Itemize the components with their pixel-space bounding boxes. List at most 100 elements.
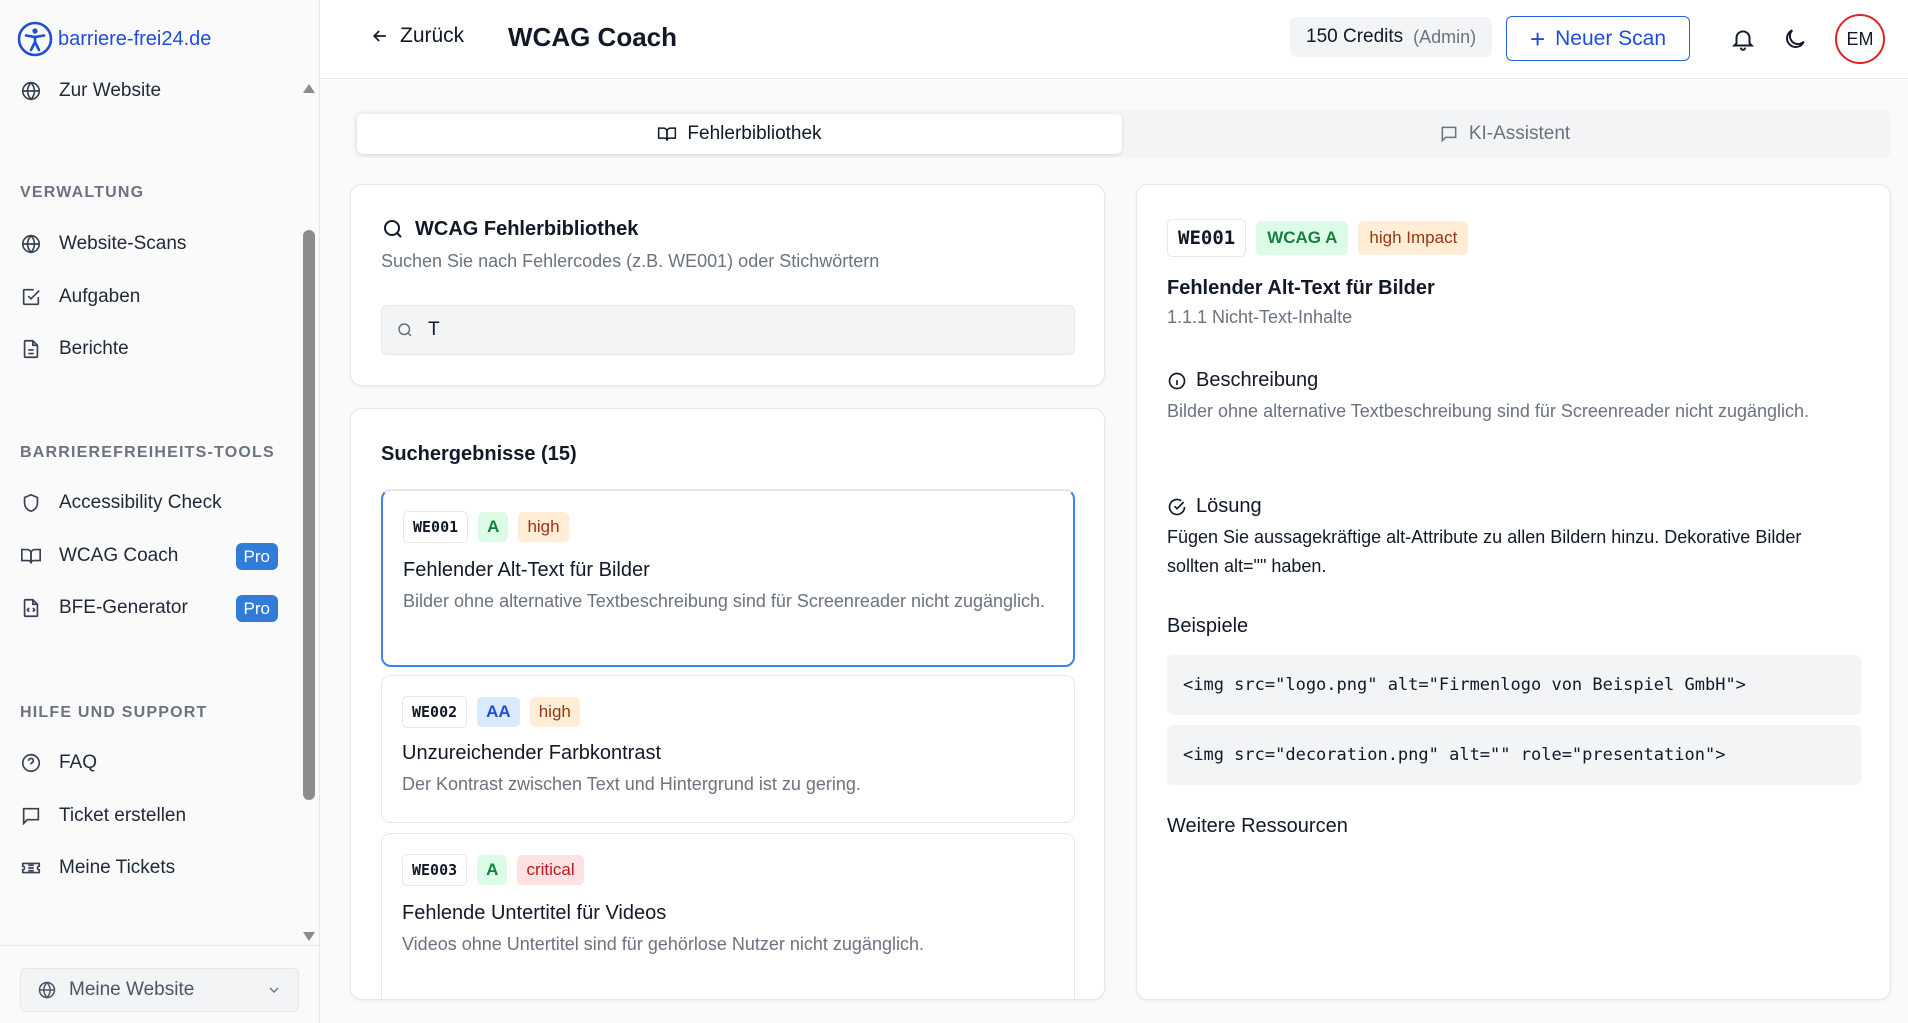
sidebar-item-label: Accessibility Check: [59, 492, 222, 513]
bell-icon[interactable]: [1730, 26, 1756, 52]
message-square-icon: [1441, 126, 1457, 143]
search-description: Suchen Sie nach Fehlercodes (z.B. WE001)…: [381, 251, 880, 271]
tab-ki-assistent[interactable]: KI-Assistent: [1122, 114, 1887, 154]
impact-badge: critical: [517, 855, 584, 885]
section-title-tools: BARRIEREFREIHEITS-TOOLS: [20, 444, 275, 461]
sidebar-item-ticket-erstellen[interactable]: Ticket erstellen: [20, 801, 278, 831]
search-card: WCAG Fehlerbibliothek Suchen Sie nach Fe…: [350, 184, 1105, 386]
sidebar-item-bfe-generator[interactable]: BFE-Generator Pro: [20, 593, 278, 623]
sidebar-item-label: FAQ: [59, 752, 98, 773]
sidebar-item-wcag-coach[interactable]: WCAG Coach Pro: [20, 541, 278, 571]
search-field[interactable]: [381, 305, 1075, 355]
wcag-level-badge: WCAG A: [1256, 221, 1349, 255]
file-icon: [23, 339, 39, 359]
ticket-icon: [21, 862, 41, 874]
chevron-down-icon: [269, 987, 279, 993]
search-input[interactable]: [428, 319, 1048, 341]
search-card-title-text: WCAG Fehlerbibliothek: [415, 217, 639, 240]
solution-heading: Lösung: [1167, 495, 1262, 518]
website-select[interactable]: Meine Website: [20, 968, 299, 1012]
search-card-title: WCAG Fehlerbibliothek: [381, 217, 638, 241]
sidebar-item-meine-tickets[interactable]: Meine Tickets: [20, 853, 278, 883]
page-title: WCAG Coach: [508, 22, 677, 52]
detail-title: Fehlender Alt-Text für Bilder: [1167, 277, 1435, 299]
wcag-level-badge: A: [477, 855, 508, 885]
tab-list: Fehlerbibliothek KI-Assistent: [353, 110, 1891, 158]
sidebar-scrollbar[interactable]: [303, 230, 315, 800]
results-title: Suchergebnisse (15): [381, 443, 577, 465]
sidebar-item-accessibility-check[interactable]: Accessibility Check: [20, 488, 278, 518]
sidebar-item-label: Website-Scans: [59, 233, 187, 254]
detail-solution: Fügen Sie aussagekräftige alt-Attribute …: [1167, 527, 1802, 576]
user-avatar[interactable]: EM: [1835, 14, 1885, 64]
scroll-down-arrow-icon[interactable]: [303, 932, 315, 941]
sidebar-item-label: Zur Website: [59, 80, 162, 101]
new-scan-label: Neuer Scan: [1555, 26, 1667, 50]
error-code-badge: WE001: [1167, 219, 1247, 257]
credits-count: 150 Credits: [1306, 26, 1404, 47]
new-scan-button[interactable]: + Neuer Scan: [1506, 16, 1690, 61]
accessibility-logo-icon: [17, 21, 53, 57]
sidebar-footer: Meine Website: [0, 945, 320, 1023]
section-title-hilfe: HILFE UND SUPPORT: [20, 704, 208, 721]
result-description: Videos ohne Untertitel sind für gehörlos…: [402, 934, 924, 954]
check-circle-icon: [1168, 498, 1186, 515]
website-select-value: Meine Website: [69, 979, 195, 1000]
result-title: Fehlende Untertitel für Videos: [402, 902, 667, 924]
sidebar-nav: Zur Website VERWALTUNG Website-Scans Auf…: [0, 68, 300, 943]
result-title: Fehlender Alt-Text für Bilder: [403, 559, 650, 581]
error-code-badge: WE002: [402, 696, 468, 728]
sidebar-item-faq[interactable]: FAQ: [20, 748, 278, 778]
impact-badge: high: [529, 697, 580, 727]
result-badges: WE002 AA high: [402, 696, 580, 728]
sidebar-item-berichte[interactable]: Berichte: [20, 334, 278, 364]
credits-badge: 150 Credits (Admin): [1290, 17, 1493, 57]
impact-badge: high: [518, 512, 569, 542]
result-item-we002[interactable]: WE002 AA high Unzureichender Farbkontras…: [381, 675, 1075, 823]
pro-badge: Pro: [235, 594, 278, 622]
wcag-criterion: 1.1.1 Nicht-Text-Inhalte: [1167, 307, 1353, 327]
brand-name: barriere-frei24.de: [58, 27, 212, 50]
info-icon: [1168, 372, 1186, 389]
detail-description: Bilder ohne alternative Textbeschreibung…: [1167, 401, 1810, 421]
moon-icon[interactable]: [1782, 26, 1808, 52]
result-item-we003[interactable]: WE003 A critical Fehlende Untertitel für…: [381, 833, 1075, 999]
result-item-we001[interactable]: WE001 A high Fehlender Alt-Text für Bild…: [381, 489, 1075, 667]
search-icon: [384, 220, 402, 238]
detail-badges: WE001 WCAG A high Impact: [1167, 219, 1469, 257]
results-card: Suchergebnisse (15) WE001 A high Fehlend…: [350, 408, 1105, 1000]
description-heading-text: Beschreibung: [1196, 369, 1319, 391]
sidebar-item-website[interactable]: Zur Website: [20, 76, 278, 106]
main-content: Fehlerbibliothek KI-Assistent WCAG Fehle…: [320, 80, 1908, 1023]
sidebar: barriere-frei24.de Zur Website VERWALTUN…: [0, 0, 320, 1023]
resources-heading: Weitere Ressourcen: [1167, 815, 1348, 837]
book-icon: [21, 548, 41, 564]
sidebar-item-label: BFE-Generator: [59, 597, 188, 618]
error-code-badge: WE001: [403, 511, 469, 543]
description-heading: Beschreibung: [1167, 369, 1318, 392]
plus-icon: +: [1529, 23, 1546, 54]
scroll-up-arrow-icon[interactable]: [303, 84, 315, 93]
help-circle-icon: [21, 753, 41, 773]
back-button[interactable]: Zurück: [370, 24, 464, 48]
tab-label: KI-Assistent: [1468, 123, 1571, 144]
result-description: Bilder ohne alternative Textbeschreibung…: [403, 591, 1046, 611]
sidebar-item-aufgaben[interactable]: Aufgaben: [20, 282, 278, 312]
file-code-icon: [23, 598, 39, 618]
globe-icon: [21, 81, 41, 101]
wcag-level-badge: AA: [477, 697, 520, 727]
brand[interactable]: barriere-frei24.de: [16, 20, 211, 58]
tab-fehlerbibliothek[interactable]: Fehlerbibliothek: [357, 114, 1122, 154]
examples-heading: Beispiele: [1167, 615, 1249, 637]
result-title: Unzureichender Farbkontrast: [402, 742, 662, 764]
solution-heading-text: Lösung: [1196, 495, 1262, 517]
code-example: <img src="logo.png" alt="Firmenlogo von …: [1167, 655, 1861, 715]
error-code-badge: WE003: [402, 854, 468, 886]
back-label: Zurück: [400, 24, 465, 47]
sidebar-item-label: Aufgaben: [59, 286, 141, 307]
detail-card: WE001 WCAG A high Impact Fehlender Alt-T…: [1136, 184, 1891, 1000]
globe-icon: [38, 981, 56, 999]
result-badges: WE003 A critical: [402, 854, 584, 886]
result-badges: WE001 A high: [403, 511, 569, 543]
sidebar-item-website-scans[interactable]: Website-Scans: [20, 229, 278, 259]
